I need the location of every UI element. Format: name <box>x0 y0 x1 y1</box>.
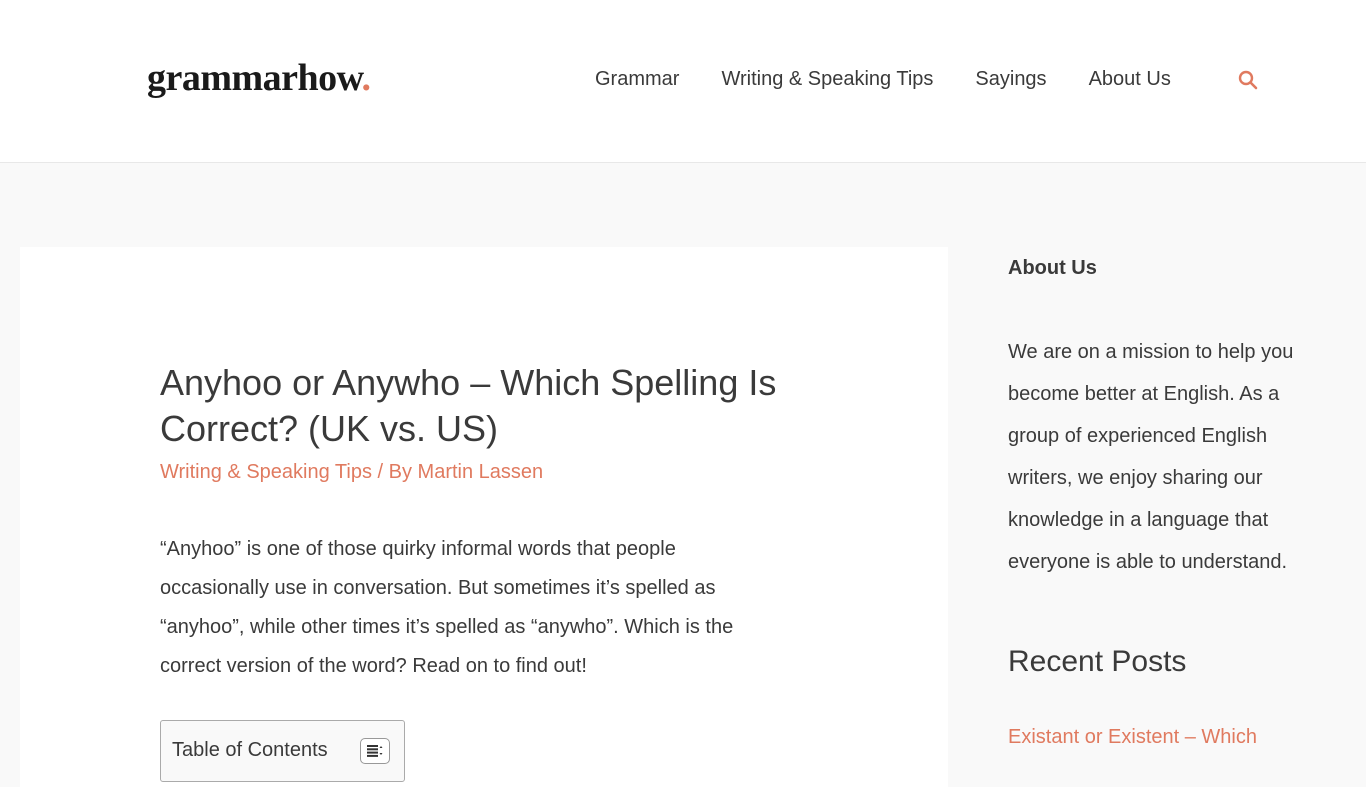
toc-toggle-button[interactable] <box>360 738 390 764</box>
toc-title: Table of Contents <box>172 739 328 761</box>
nav-item-about-us[interactable]: About Us <box>1089 68 1171 91</box>
article-meta: Writing & Speaking Tips / By Martin Lass… <box>160 461 543 484</box>
article-intro: “Anyhoo” is one of those quirky informal… <box>160 538 734 677</box>
recent-posts-title: Recent Posts <box>1008 645 1187 678</box>
sidebar-about-text: We are on a mission to help you become b… <box>1008 341 1294 573</box>
main-nav: Grammar Writing & Speaking Tips Sayings … <box>595 68 1213 91</box>
nav-item-sayings[interactable]: Sayings <box>975 68 1046 91</box>
logo-text: grammarhow <box>147 57 362 99</box>
logo-dot: . <box>361 57 372 99</box>
search-icon[interactable] <box>1236 69 1260 93</box>
author-link[interactable]: Martin Lassen <box>418 461 544 483</box>
article-card <box>20 247 948 787</box>
list-toggle-icon <box>367 745 383 757</box>
article-title: Anyhoo or Anywho – Which Spelling Is Cor… <box>160 362 777 449</box>
recent-post-link[interactable]: Existant or Existent – Which <box>1008 726 1257 749</box>
table-of-contents: Table of Contents <box>160 720 405 782</box>
meta-separator: / By <box>371 461 418 483</box>
sidebar-about-title: About Us <box>1008 257 1097 279</box>
category-link[interactable]: Writing & Speaking Tips <box>160 461 372 483</box>
nav-item-grammar[interactable]: Grammar <box>595 68 679 91</box>
site-logo[interactable]: grammarhow. <box>147 56 371 100</box>
site-header: grammarhow. Grammar Writing & Speaking T… <box>0 0 1366 163</box>
nav-item-writing-speaking-tips[interactable]: Writing & Speaking Tips <box>721 68 933 91</box>
